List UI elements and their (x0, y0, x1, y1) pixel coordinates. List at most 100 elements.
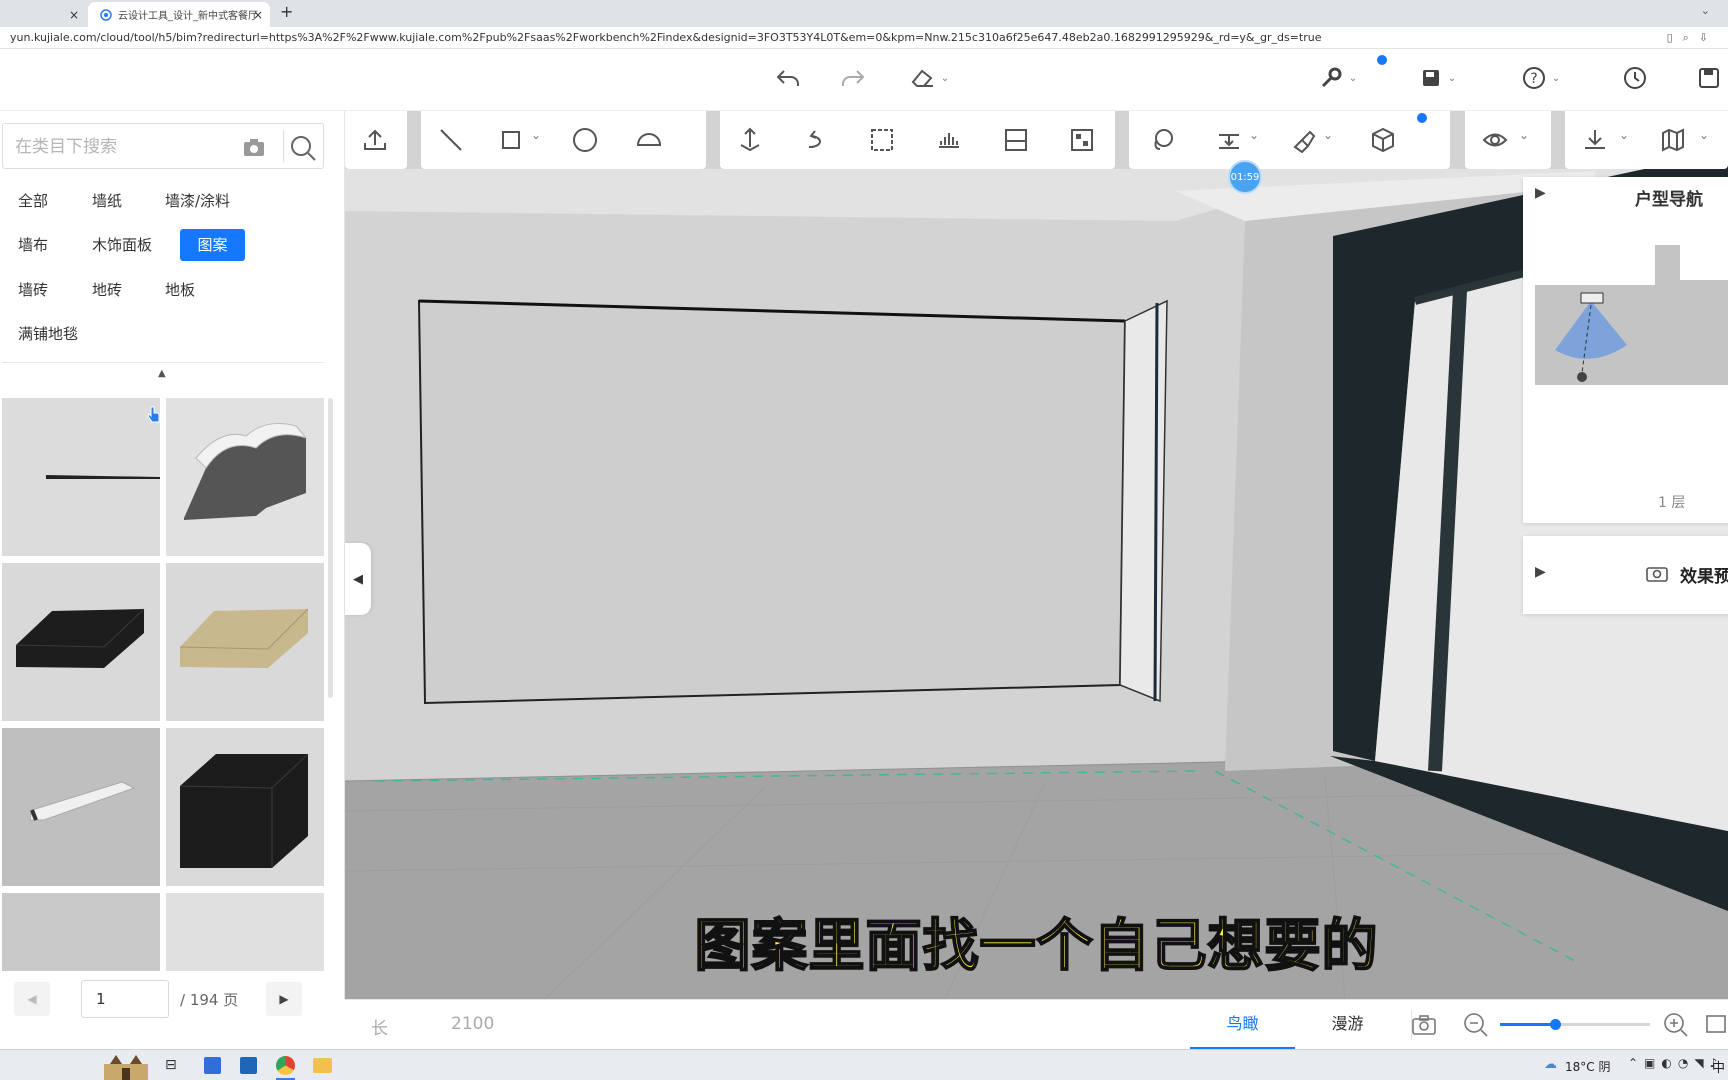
panel-toggle-icon[interactable]: ▶ (1535, 185, 1546, 201)
category-paint[interactable]: 墙漆/涂料 (165, 185, 230, 217)
chevron-down-icon[interactable]: ⌄ (1323, 128, 1333, 142)
zoom-slider[interactable] (1500, 1019, 1650, 1030)
floor-label[interactable]: 1 层 (1658, 492, 1685, 512)
category-wallpaper[interactable]: 墙纸 (92, 185, 122, 217)
tab-close-icon[interactable]: × (69, 8, 79, 22)
chrome-icon[interactable] (276, 1056, 295, 1075)
save-draft-button[interactable] (1694, 63, 1724, 93)
tab-close-icon[interactable]: × (253, 8, 263, 22)
panel-toggle-icon[interactable]: ▶ (1535, 564, 1546, 580)
history-button[interactable] (1620, 63, 1650, 93)
save-button[interactable]: ⌄ (1413, 63, 1463, 93)
page-input[interactable]: 1 (81, 980, 169, 1018)
select-box-button[interactable] (868, 126, 896, 154)
visibility-button[interactable] (1481, 126, 1509, 154)
material-cube-button[interactable] (1369, 126, 1397, 154)
rect-tool-button[interactable] (497, 126, 525, 154)
map-button[interactable] (1659, 126, 1687, 154)
chevron-down-icon[interactable]: ⌄ (1619, 128, 1629, 142)
array-button[interactable] (935, 126, 963, 154)
panel-scrollbar[interactable] (328, 398, 333, 698)
search-icon[interactable] (289, 134, 317, 162)
tray-icons[interactable]: ⌃▣◐◔◥♪ (1628, 1056, 1723, 1070)
prev-page-button[interactable]: ◀ (14, 982, 50, 1016)
chevron-down-icon: ⌄ (1447, 72, 1457, 84)
circle-tool-button[interactable] (571, 126, 599, 154)
cube-icon (1372, 127, 1394, 153)
material-thumb[interactable] (2, 728, 160, 886)
collapse-panel-button[interactable]: ◀ (345, 543, 371, 615)
browser-tab-active[interactable]: 云设计工具_设计_新中式客餐厅 × (88, 2, 270, 27)
chevron-down-icon[interactable]: ⌄ (1699, 128, 1709, 142)
category-wood-veneer[interactable]: 木饰面板 (92, 229, 152, 261)
help-button[interactable]: ? ⌄ (1516, 63, 1566, 93)
undo-button[interactable] (773, 63, 803, 93)
weather-text[interactable]: 18°C 阴 (1565, 1058, 1610, 1075)
ime-indicator[interactable]: 中 (1712, 1057, 1725, 1076)
photos-app-icon[interactable] (240, 1057, 257, 1074)
category-floor-tile[interactable]: 地砖 (92, 274, 122, 306)
split-button[interactable] (1002, 126, 1030, 154)
length-label: 长 (371, 1019, 388, 1039)
browser-tab[interactable]: × (0, 2, 86, 27)
chevron-down-icon[interactable]: ⌄ (531, 128, 541, 142)
eraser-button[interactable]: ⌄ (903, 63, 955, 93)
paint-button[interactable] (1289, 126, 1317, 154)
floorplan-minimap[interactable] (1535, 245, 1728, 405)
preview-title[interactable]: 效果预 (1680, 562, 1728, 587)
category-wallcloth[interactable]: 墙布 (18, 229, 48, 261)
material-thumb[interactable] (166, 728, 324, 886)
material-thumb[interactable] (166, 893, 324, 971)
category-wood-floor[interactable]: 地板 (165, 274, 195, 306)
undo-icon (776, 70, 799, 86)
level-button[interactable] (1215, 126, 1243, 154)
pattern-button[interactable] (1068, 126, 1096, 154)
redo-button[interactable] (838, 63, 868, 93)
category-wall-tile[interactable]: 墙砖 (18, 274, 48, 306)
material-thumb[interactable] (166, 398, 324, 556)
address-actions-icons[interactable]: ▯⌕⇩ (1667, 27, 1718, 48)
address-bar[interactable]: yun.kujiale.com/cloud/tool/h5/bim?redire… (0, 27, 1728, 49)
arc-tool-button[interactable] (635, 126, 663, 154)
app-icon[interactable] (204, 1057, 221, 1074)
folder-icon[interactable] (313, 1058, 332, 1073)
tab-birdseye[interactable]: 鸟瞰 (1190, 1000, 1295, 1050)
category-carpet[interactable]: 满铺地毯 (18, 318, 78, 350)
rotate-button[interactable] (802, 126, 830, 154)
material-thumb[interactable] (2, 563, 160, 721)
fit-view-icon[interactable] (1705, 1012, 1727, 1036)
category-all[interactable]: 全部 (18, 185, 48, 217)
category-pattern-active[interactable]: 图案 (180, 229, 245, 261)
material-thumb[interactable] (166, 563, 324, 721)
tools-button[interactable]: ⌄ (1313, 55, 1387, 93)
zoom-in-icon[interactable] (1663, 1012, 1689, 1038)
material-thumb[interactable] (2, 398, 160, 556)
chevron-down-icon[interactable]: ⌄ (1249, 128, 1259, 142)
zoom-slider-handle[interactable] (1550, 1019, 1561, 1030)
download-button[interactable] (1581, 126, 1609, 154)
new-tab-button[interactable]: + (280, 2, 293, 21)
material-thumb[interactable] (2, 893, 160, 971)
line-tool-button[interactable] (437, 126, 465, 154)
length-value[interactable]: 2100 (451, 1014, 494, 1034)
search-input[interactable] (15, 134, 225, 160)
upload-button[interactable] (361, 126, 389, 154)
move-button[interactable] (736, 126, 764, 154)
tab-roam[interactable]: 漫游 (1295, 1000, 1400, 1050)
zoom-out-icon[interactable] (1463, 1012, 1489, 1038)
os-taskbar: ⊟ ☁ 18°C 阴 ⌃▣◐◔◥♪ 中 (0, 1049, 1728, 1080)
move-icon (740, 127, 760, 152)
task-view-icon[interactable]: ⊟ (165, 1057, 177, 1073)
collapse-categories-icon[interactable]: ▲ (158, 368, 166, 379)
lasso-button[interactable] (1149, 126, 1177, 154)
screenshot-camera-icon[interactable] (1411, 1013, 1437, 1037)
chevron-down-icon[interactable]: ⌄ (1519, 128, 1529, 142)
lasso-icon (1154, 129, 1173, 150)
next-page-button[interactable]: ▶ (266, 982, 302, 1016)
pattern-icon (1071, 129, 1093, 151)
3d-viewport[interactable]: ⌄ ⌄ ⌄ ⌄ ⌄ ⌄ ▶ 户型导航 1 层 ▶ 效果预 图案里面找一个自己想要… (345, 111, 1728, 999)
tab-list-chevron-icon[interactable]: ⌄ (1701, 4, 1710, 17)
camera-icon[interactable] (243, 137, 265, 157)
upload-icon (364, 129, 386, 150)
tab-title: 云设计工具_设计_新中式客餐厅 (118, 11, 258, 22)
